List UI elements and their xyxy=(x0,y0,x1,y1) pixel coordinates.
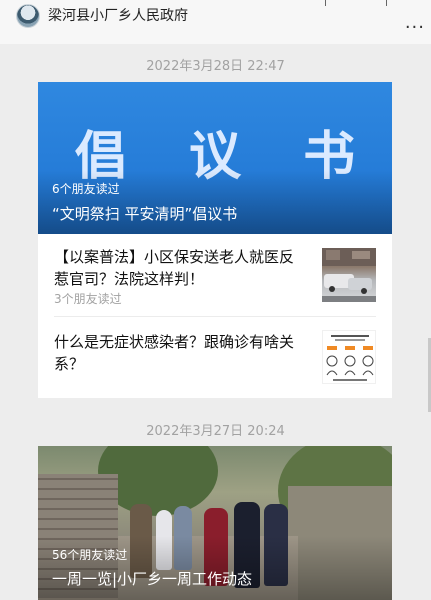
friends-read-count: 6个朋友读过 xyxy=(52,182,120,196)
article-group-card: 倡 议 书 6个朋友读过 “文明祭扫 平安清明”倡议书 【以案普法】小区保安送老… xyxy=(38,82,392,398)
diagram-thumbnail[interactable] xyxy=(322,330,376,384)
cover-shade xyxy=(38,536,392,600)
message-timestamp: 2022年3月27日 20:24 xyxy=(146,424,285,439)
list-item[interactable]: 什么是无症状感染者？跟确诊有啥关系？ xyxy=(38,317,392,398)
car-scene-image xyxy=(322,248,376,302)
message-timestamp: 2022年3月28日 22:47 xyxy=(146,59,285,74)
friends-read-count: 3个朋友读过 xyxy=(54,292,122,306)
more-options-button[interactable]: ... xyxy=(405,14,425,32)
article-title[interactable]: 【以案普法】小区保安送老人就医反惹官司？法院这样判！ xyxy=(54,246,306,290)
account-header: 梁河县小厂乡人民政府 ... xyxy=(0,0,431,44)
window-divider xyxy=(325,0,326,6)
main-article-title[interactable]: 一周一览|小厂乡一周工作动态 xyxy=(52,570,252,588)
article-title[interactable]: 什么是无症状感染者？跟确诊有啥关系？ xyxy=(54,331,306,375)
infographic-image xyxy=(326,335,374,381)
list-item[interactable]: 【以案普法】小区保安送老人就医反惹官司？法院这样判！ 3个朋友读过 xyxy=(38,234,392,316)
friends-read-count: 56个朋友读过 xyxy=(52,548,128,562)
main-article-title[interactable]: “文明祭扫 平安清明”倡议书 xyxy=(52,205,237,223)
cover-shade xyxy=(38,170,392,234)
article-group-card: 56个朋友读过 一周一览|小厂乡一周工作动态 xyxy=(38,446,392,600)
main-article-cover[interactable]: 56个朋友读过 一周一览|小厂乡一周工作动态 xyxy=(38,446,392,600)
account-name[interactable]: 梁河县小厂乡人民政府 xyxy=(48,8,188,24)
main-article-cover[interactable]: 倡 议 书 6个朋友读过 “文明祭扫 平安清明”倡议书 xyxy=(38,82,392,234)
window-divider xyxy=(386,0,387,6)
photo-thumbnail[interactable] xyxy=(322,248,376,302)
account-avatar[interactable] xyxy=(16,4,40,28)
